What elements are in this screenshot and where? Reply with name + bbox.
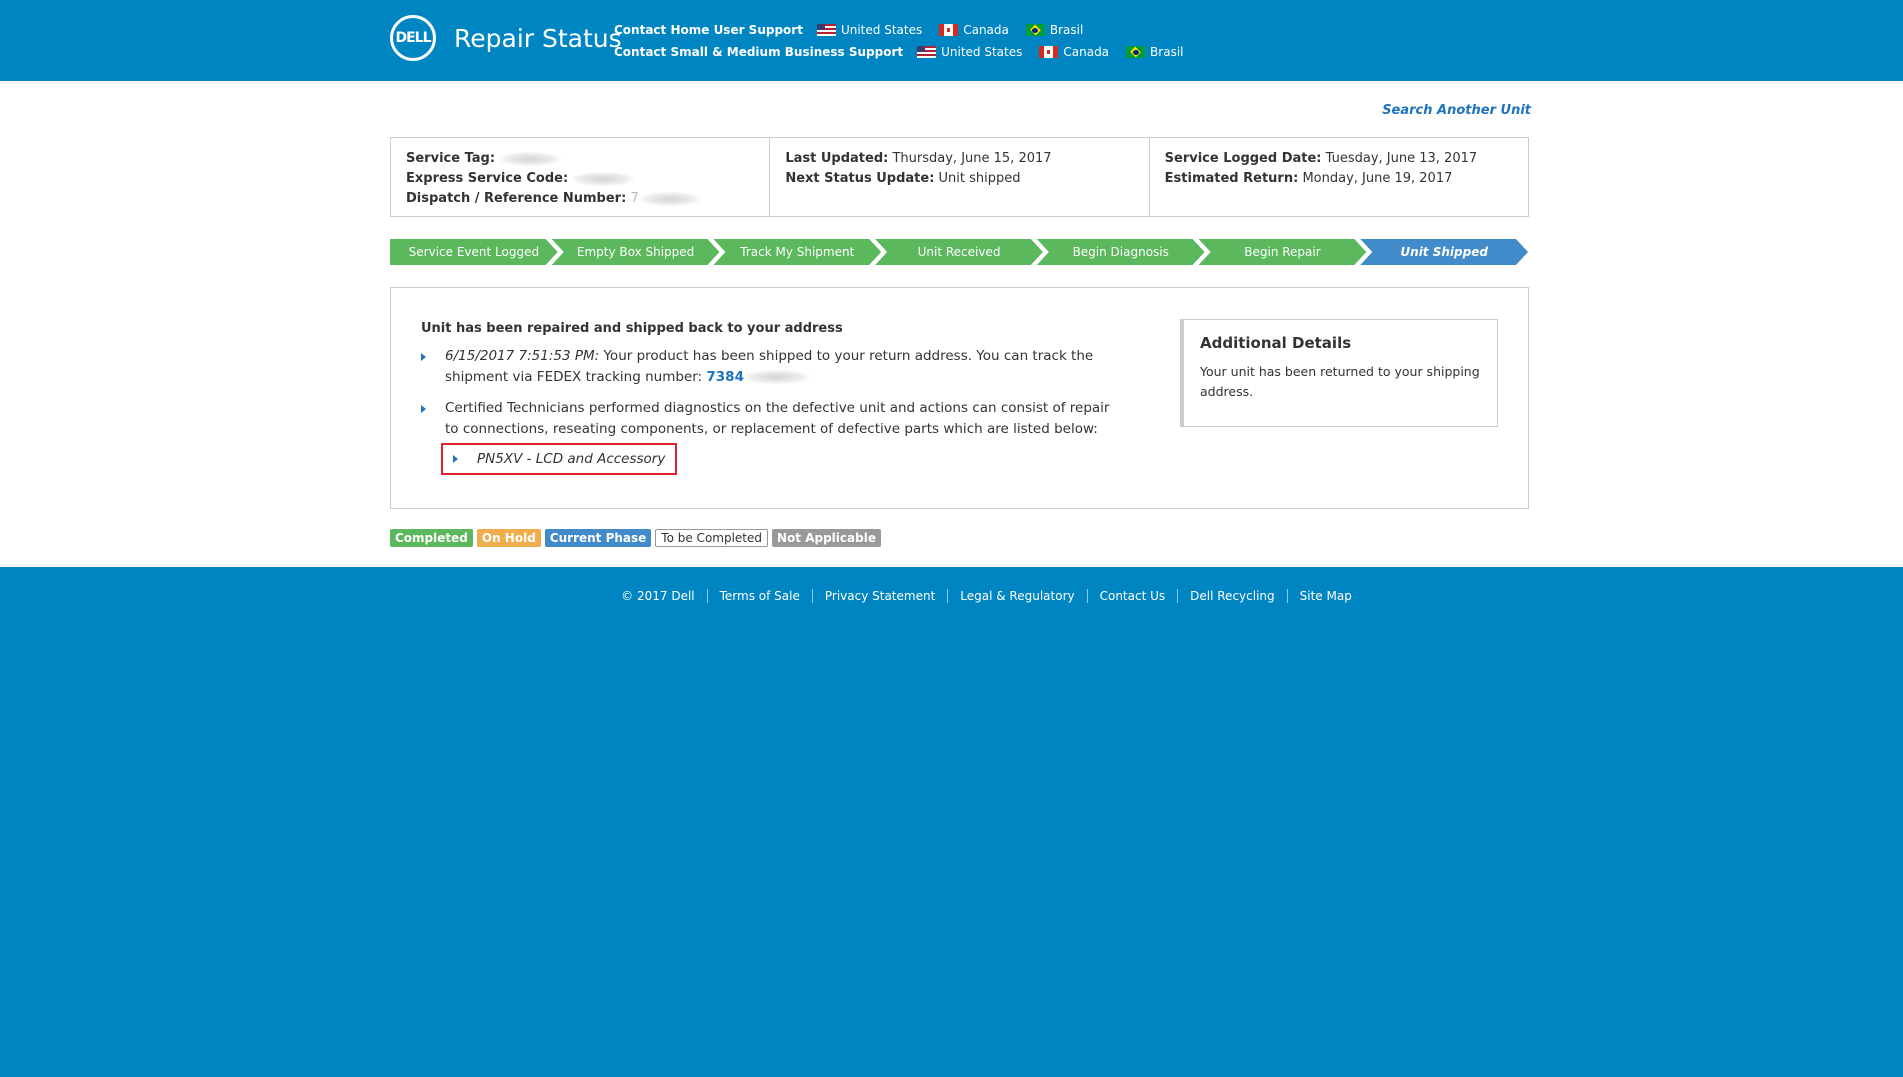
tracking-number-link[interactable]: 7384 (706, 369, 744, 385)
repair-progress-steps: Service Event Logged Empty Box Shipped T… (390, 239, 1528, 265)
step-unit-received: Unit Received (875, 239, 1043, 265)
legend-on-hold: On Hold (476, 529, 541, 547)
us-flag-icon (816, 24, 836, 36)
status-legend: Completed On Hold Current Phase To be Co… (390, 529, 881, 547)
step-unit-shipped: Unit Shipped (1360, 239, 1528, 265)
business-support-us-link[interactable]: United States (917, 45, 1022, 59)
us-flag-icon (917, 46, 937, 58)
additional-details-text: Your unit has been returned to your ship… (1200, 364, 1480, 399)
event-text: Certified Technicians performed diagnost… (445, 400, 1110, 437)
list-item: 6/15/2017 7:51:53 PM: Your product has b… (421, 346, 1121, 388)
footer-links: © 2017 Dell Terms of Sale Privacy Statem… (539, 589, 1364, 603)
estimated-return-value: Monday, June 19, 2017 (1302, 171, 1453, 186)
footer-link-terms[interactable]: Terms of Sale (706, 589, 812, 603)
redacted-dispatch-number (638, 191, 701, 206)
search-another-unit-link[interactable]: Search Another Unit (1382, 103, 1531, 118)
info-col-service: Service Tag: Express Service Code: Dispa… (391, 138, 769, 216)
country-label: United States (941, 45, 1023, 59)
home-support-row: Contact Home User Support United States … (614, 19, 1201, 41)
business-support-label: Contact Small & Medium Business Support (614, 45, 904, 59)
redacted-tracking-number (743, 370, 810, 384)
redacted-service-tag (499, 151, 562, 166)
event-list: 6/15/2017 7:51:53 PM: Your product has b… (421, 346, 1121, 485)
main-content: Search Another Unit Service Tag: Express… (0, 81, 1903, 567)
estimated-return-label: Estimated Return: (1164, 171, 1299, 186)
status-heading: Unit has been repaired and shipped back … (421, 321, 843, 336)
home-support-ca-link[interactable]: Canada (939, 23, 1009, 37)
bullet-arrow-icon (421, 353, 426, 361)
dispatch-label: Dispatch / Reference Number: (406, 191, 627, 206)
list-item: Certified Technicians performed diagnost… (421, 398, 1121, 475)
step-empty-box-shipped: Empty Box Shipped (552, 239, 720, 265)
footer-link-contact[interactable]: Contact Us (1086, 589, 1178, 603)
app-title: Repair Status (454, 24, 622, 53)
next-status-label: Next Status Update: (785, 171, 935, 186)
step-track-my-shipment[interactable]: Track My Shipment (713, 239, 881, 265)
part-label: PN5XV - LCD and Accessory (477, 451, 666, 467)
last-updated-label: Last Updated: (785, 151, 889, 166)
legend-not-applicable: Not Applicable (772, 529, 881, 547)
home-support-us-link[interactable]: United States (816, 23, 923, 37)
service-info-box: Service Tag: Express Service Code: Dispa… (390, 137, 1529, 217)
site-header: DELL Repair Status Contact Home User Sup… (0, 0, 1903, 81)
last-updated-value: Thursday, June 15, 2017 (892, 151, 1052, 166)
logged-date-label: Service Logged Date: (1164, 151, 1322, 166)
step-begin-repair: Begin Repair (1199, 239, 1367, 265)
canada-flag-icon (1039, 46, 1059, 58)
additional-details-panel: Additional Details Your unit has been re… (1180, 319, 1498, 427)
legend-to-be-completed: To be Completed (655, 529, 769, 547)
home-support-br-link[interactable]: Brasil (1025, 23, 1084, 37)
legend-current-phase: Current Phase (544, 529, 652, 547)
step-begin-diagnosis: Begin Diagnosis (1037, 239, 1205, 265)
footer-link-sitemap[interactable]: Site Map (1286, 589, 1364, 603)
footer-link-recycling[interactable]: Dell Recycling (1177, 589, 1286, 603)
business-support-row: Contact Small & Medium Business Support … (614, 41, 1201, 63)
event-timestamp: 6/15/2017 7:51:53 PM: (445, 348, 600, 364)
additional-details-title: Additional Details (1200, 334, 1352, 352)
footer-copyright: © 2017 Dell (621, 589, 695, 603)
brazil-flag-icon (1025, 24, 1045, 36)
country-label: Canada (963, 23, 1009, 37)
home-support-label: Contact Home User Support (614, 23, 803, 37)
part-item-highlighted: PN5XV - LCD and Accessory (441, 443, 677, 475)
dispatch-prefix: 7 (630, 191, 639, 206)
next-status-value: Unit shipped (938, 171, 1021, 186)
country-label: United States (840, 23, 923, 37)
country-label: Canada (1063, 45, 1110, 59)
express-code-label: Express Service Code: (406, 171, 569, 186)
bullet-arrow-icon (421, 405, 426, 413)
status-detail-box: Unit has been repaired and shipped back … (390, 287, 1529, 509)
country-label: Brasil (1049, 23, 1084, 37)
business-support-br-link[interactable]: Brasil (1126, 45, 1184, 59)
canada-flag-icon (939, 24, 959, 36)
logged-date-value: Tuesday, June 13, 2017 (1325, 151, 1478, 166)
brazil-flag-icon (1126, 46, 1146, 58)
footer-link-privacy[interactable]: Privacy Statement (811, 589, 947, 603)
step-service-event-logged: Service Event Logged (390, 239, 558, 265)
service-tag-label: Service Tag: (406, 151, 496, 166)
country-label: Brasil (1150, 45, 1184, 59)
redacted-express-code (572, 171, 635, 186)
site-footer: © 2017 Dell Terms of Sale Privacy Statem… (0, 589, 1903, 603)
dell-logo[interactable]: DELL (390, 15, 436, 61)
info-col-dates: Service Logged Date: Tuesday, June 13, 2… (1148, 138, 1528, 216)
footer-link-legal[interactable]: Legal & Regulatory (947, 589, 1086, 603)
legend-completed: Completed (390, 529, 473, 547)
support-links: Contact Home User Support United States … (614, 19, 1201, 63)
info-col-updates: Last Updated: Thursday, June 15, 2017 Ne… (769, 138, 1148, 216)
business-support-ca-link[interactable]: Canada (1039, 45, 1109, 59)
bullet-arrow-icon (453, 455, 458, 463)
